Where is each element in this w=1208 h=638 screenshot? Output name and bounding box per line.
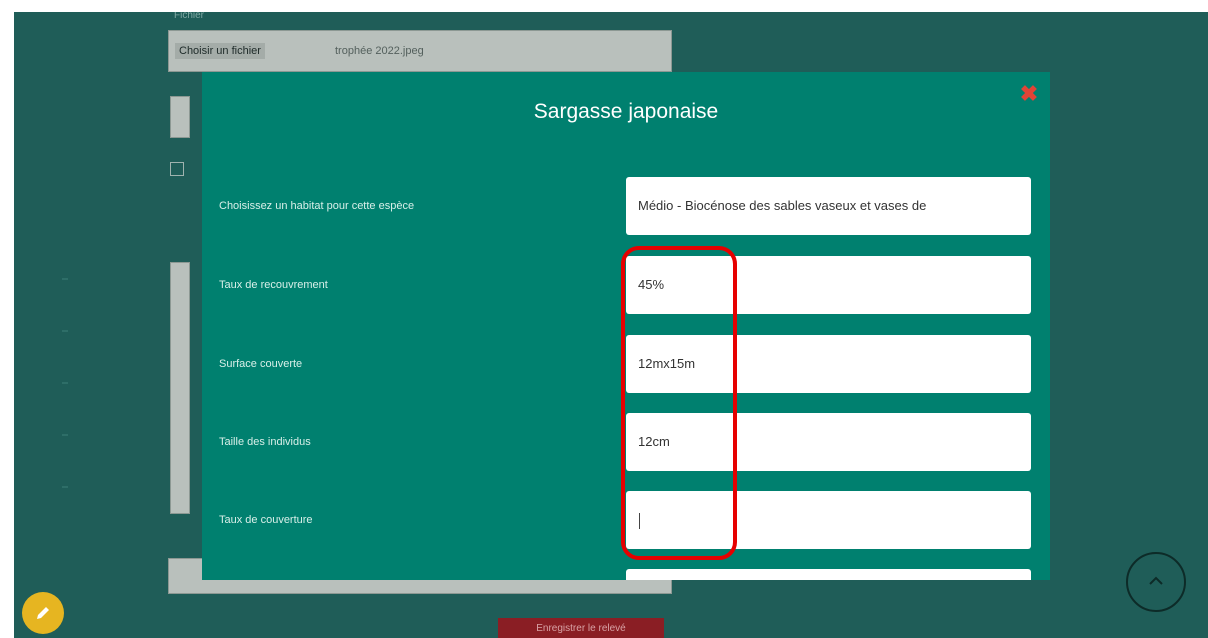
recovery-rate-label: Taux de recouvrement xyxy=(219,279,328,291)
bg-textarea[interactable] xyxy=(170,262,190,514)
screen: Fichier Choisir un fichier trophée 2022.… xyxy=(14,12,1208,638)
surface-label: Surface couverte xyxy=(219,358,303,370)
bg-select[interactable] xyxy=(170,96,190,138)
bg-label: Fichier xyxy=(174,12,205,21)
coverage-input[interactable] xyxy=(626,491,1031,549)
bg-divider xyxy=(62,330,68,332)
habitat-row: Choisissez un habitat pour cette espèce … xyxy=(202,177,1050,235)
bg-checkbox[interactable] xyxy=(170,162,184,176)
next-input[interactable] xyxy=(626,569,1031,580)
surface-row: Surface couverte 12mx15m xyxy=(202,335,1050,393)
bg-divider xyxy=(62,382,68,384)
size-input[interactable]: 12cm xyxy=(626,413,1031,471)
recovery-rate-input[interactable]: 45% xyxy=(626,256,1031,314)
file-name: trophée 2022.jpeg xyxy=(335,45,424,57)
coverage-label: Taux de couverture xyxy=(219,514,313,526)
habitat-select[interactable]: Médio - Biocénose des sables vaseux et v… xyxy=(626,177,1031,235)
recovery-rate-row: Taux de recouvrement 45% xyxy=(202,256,1050,314)
choose-file-button[interactable]: Choisir un fichier xyxy=(175,43,265,59)
size-row: Taille des individus 12cm xyxy=(202,413,1050,471)
surface-input[interactable]: 12mx15m xyxy=(626,335,1031,393)
save-button[interactable]: Enregistrer le relevé xyxy=(498,618,664,638)
bg-divider xyxy=(62,278,68,280)
bg-divider xyxy=(62,434,68,436)
edit-icon xyxy=(37,607,49,619)
scroll-button[interactable] xyxy=(1126,552,1186,612)
bg-divider xyxy=(62,486,68,488)
file-upload[interactable]: Choisir un fichier trophée 2022.jpeg xyxy=(168,30,672,72)
coverage-row: Taux de couverture xyxy=(202,491,1050,549)
text-caret xyxy=(639,512,640,529)
edit-button[interactable] xyxy=(22,592,64,634)
species-modal: Sargasse japonaise ✖ Choisissez un habit… xyxy=(202,72,1050,580)
habitat-label: Choisissez un habitat pour cette espèce xyxy=(219,200,415,212)
scroll-icon xyxy=(1149,576,1163,585)
next-row xyxy=(202,569,1050,580)
size-label: Taille des individus xyxy=(219,436,311,448)
close-icon[interactable]: ✖ xyxy=(1019,83,1039,105)
modal-title: Sargasse japonaise xyxy=(533,100,719,123)
